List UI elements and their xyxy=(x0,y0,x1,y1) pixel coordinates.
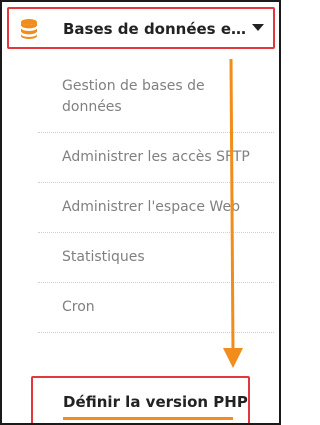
submenu-item-label: Administrer l'espace Web xyxy=(62,199,240,215)
submenu-item-label: Statistiques xyxy=(62,249,145,265)
sidebar-menu-panel: Bases de données et e... Gestion de base… xyxy=(0,0,281,425)
submenu-item-label: Cron xyxy=(62,299,95,315)
submenu-item-sftp-access[interactable]: Administrer les accès SFTP xyxy=(38,133,274,183)
submenu-list: Gestion de bases de données Administrer … xyxy=(38,62,274,333)
submenu-item-statistics[interactable]: Statistiques xyxy=(38,233,274,283)
databases-menu-header[interactable]: Bases de données et e... xyxy=(7,7,275,49)
submenu-item-label: Gestion de bases de données xyxy=(62,78,205,115)
submenu-item-set-php-version[interactable]: Définir la version PHP xyxy=(31,376,250,423)
caret-down-icon[interactable] xyxy=(252,24,264,31)
active-underline xyxy=(63,417,233,420)
header-title: Bases de données et e... xyxy=(63,20,253,38)
database-icon xyxy=(20,19,38,39)
set-php-version-label: Définir la version PHP xyxy=(63,393,248,411)
submenu-item-web-space[interactable]: Administrer l'espace Web xyxy=(38,183,274,233)
submenu-item-label: Administrer les accès SFTP xyxy=(62,149,250,165)
submenu-item-cron[interactable]: Cron xyxy=(38,283,274,333)
submenu-item-database-management[interactable]: Gestion de bases de données xyxy=(38,62,274,133)
